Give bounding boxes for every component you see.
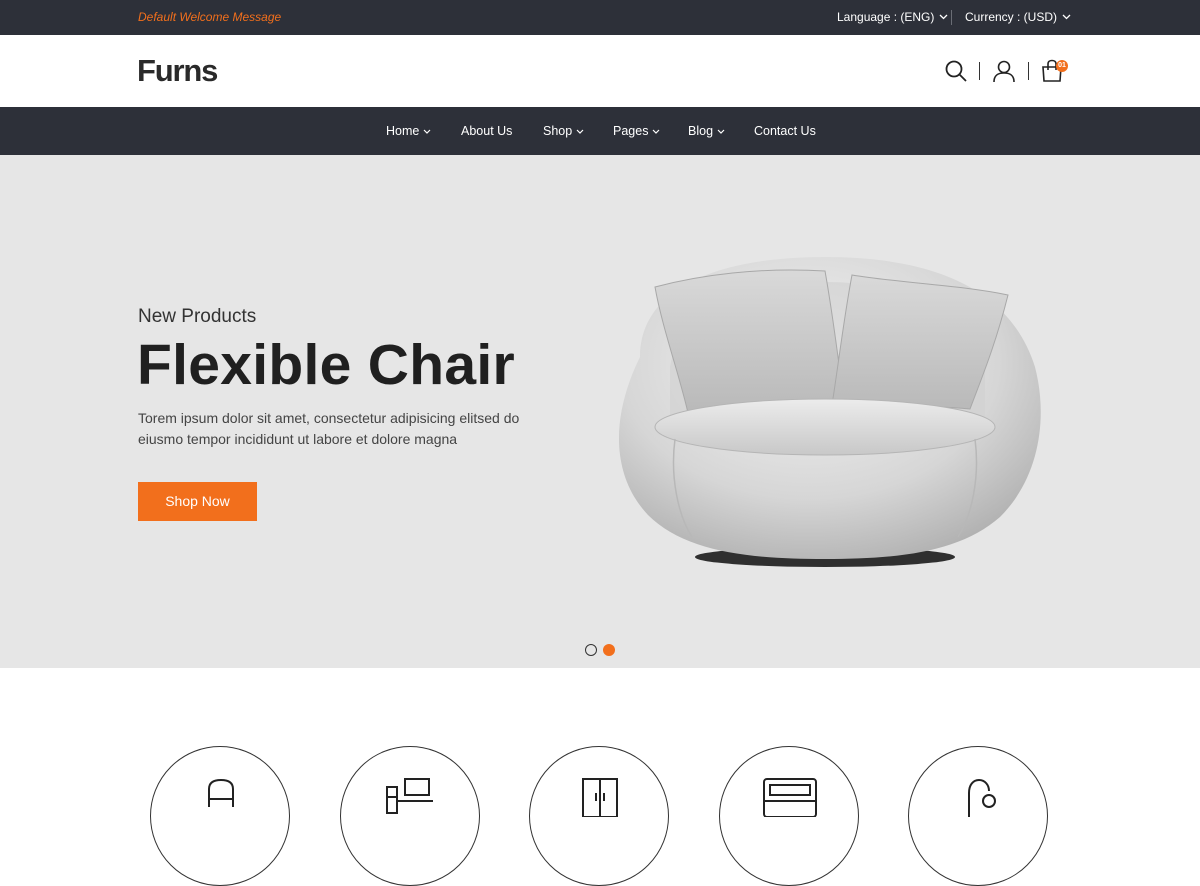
- user-icon[interactable]: [992, 59, 1016, 83]
- nav-item-label: Shop: [543, 124, 573, 138]
- slider-dot-1[interactable]: [585, 644, 597, 656]
- category-circle-desk[interactable]: [340, 746, 480, 886]
- chevron-down-icon: [939, 14, 948, 20]
- nav-item-label: About Us: [461, 124, 513, 138]
- divider: [979, 62, 980, 80]
- chevron-down-icon: [717, 129, 725, 134]
- chevron-down-icon: [576, 129, 584, 134]
- nav-item-home[interactable]: Home: [386, 124, 431, 138]
- divider: [951, 10, 952, 25]
- site-header: Furns 01: [0, 35, 1200, 107]
- currency-label: Currency : (USD): [965, 10, 1058, 24]
- nav-item-pages[interactable]: Pages: [613, 124, 660, 138]
- nav-item-contact-us[interactable]: Contact Us: [754, 124, 816, 138]
- category-circle-chair[interactable]: [150, 746, 290, 886]
- logo[interactable]: Furns: [137, 53, 218, 89]
- lamp-icon: [968, 778, 996, 817]
- top-bar: Default Welcome Message Language : (ENG)…: [0, 0, 1200, 35]
- nav-item-shop[interactable]: Shop: [543, 124, 584, 138]
- category-circle-cabinet[interactable]: [719, 746, 859, 886]
- chevron-down-icon: [423, 129, 431, 134]
- nav-item-label: Blog: [688, 124, 714, 138]
- desk-icon: [386, 778, 433, 814]
- nav-item-blog[interactable]: Blog: [688, 124, 725, 138]
- hero-subtitle: New Products: [138, 306, 257, 327]
- slider-dot-2-active[interactable]: [603, 644, 615, 656]
- main-nav: Home About Us Shop Pages Blog Contact Us: [0, 107, 1200, 155]
- hero-description: Torem ipsum dolor sit amet, consectetur …: [138, 410, 520, 447]
- welcome-message: Default Welcome Message: [138, 10, 282, 24]
- nav-item-label: Contact Us: [754, 124, 816, 138]
- hero-title: Flexible Chair: [137, 333, 515, 397]
- chair-icon: [208, 778, 234, 807]
- language-dropdown[interactable]: Language : (ENG): [837, 10, 948, 24]
- chevron-down-icon: [653, 129, 660, 134]
- category-circle-wardrobe[interactable]: [529, 746, 669, 886]
- hero-slider: New Products Flexible Chair Torem ipsum …: [0, 155, 1200, 668]
- currency-dropdown[interactable]: Currency : (USD): [965, 10, 1071, 24]
- cabinet-icon: [763, 778, 817, 817]
- cart-count-badge: 01: [1056, 60, 1068, 72]
- category-circle-lamp[interactable]: [908, 746, 1048, 886]
- search-icon[interactable]: [944, 59, 968, 83]
- wardrobe-icon: [582, 778, 618, 817]
- language-label: Language : (ENG): [837, 10, 935, 24]
- chair-image: [618, 257, 1041, 567]
- nav-item-about-us[interactable]: About Us: [461, 124, 512, 138]
- shop-now-button[interactable]: Shop Now: [138, 482, 257, 521]
- nav-item-label: Home: [386, 124, 420, 138]
- divider: [1028, 62, 1029, 80]
- chevron-down-icon: [1062, 14, 1071, 20]
- nav-item-label: Pages: [613, 124, 649, 138]
